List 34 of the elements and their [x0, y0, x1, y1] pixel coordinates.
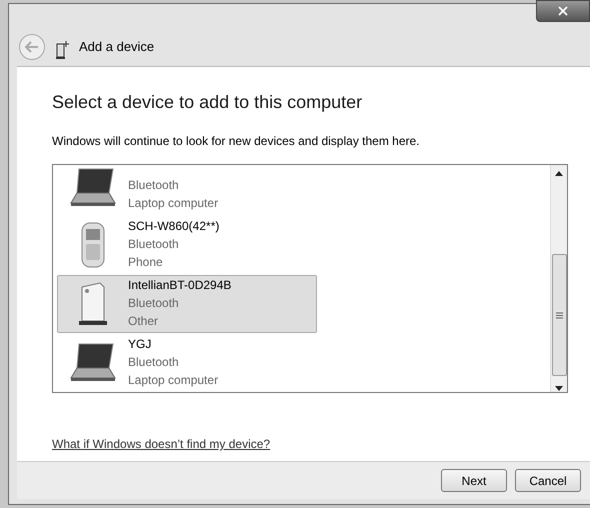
laptop-icon: [69, 342, 117, 384]
device-item[interactable]: Bluetooth Laptop computer: [57, 165, 317, 215]
page-description: Windows will continue to look for new devices and display them here.: [52, 133, 421, 150]
scroll-up-icon[interactable]: [555, 171, 563, 176]
device-name: IntellianBT-0D294B: [128, 277, 232, 294]
next-button[interactable]: Next: [441, 469, 507, 492]
device-type: Laptop computer: [128, 195, 218, 212]
device-item[interactable]: YGJ Bluetooth Laptop computer: [57, 334, 317, 392]
device-item[interactable]: IntellianBT-0D294B Bluetooth Other: [57, 275, 317, 333]
device-connection: Bluetooth: [128, 236, 180, 253]
grip-icon: [556, 312, 562, 318]
device-icon: [55, 40, 69, 60]
device-type: Laptop computer: [128, 372, 218, 389]
help-link[interactable]: What if Windows doesn’t find my device?: [52, 435, 270, 453]
device-connection: Bluetooth: [128, 295, 180, 312]
device-type: Phone: [128, 254, 164, 271]
device-name: YGJ: [128, 336, 152, 353]
device-connection: Bluetooth: [128, 177, 180, 194]
scrollbar-thumb[interactable]: [552, 254, 566, 376]
device-type: Other: [128, 313, 160, 330]
window-title: Add a device: [79, 38, 154, 56]
close-button[interactable]: [536, 0, 590, 22]
close-icon: [556, 4, 570, 18]
back-arrow-icon: [25, 41, 39, 53]
phone-icon: [80, 222, 106, 268]
scroll-down-icon[interactable]: [555, 386, 563, 391]
cancel-button[interactable]: Cancel: [515, 469, 581, 492]
device-connection: Bluetooth: [128, 354, 180, 371]
device-name: SCH-W860(42**): [128, 218, 220, 235]
scrollbar[interactable]: [550, 165, 567, 392]
laptop-icon: [69, 166, 117, 208]
device-item[interactable]: SCH-W860(42**) Bluetooth Phone: [57, 216, 317, 274]
page-heading: Select a device to add to this computer: [52, 91, 364, 114]
device-tower-icon: [78, 281, 108, 327]
